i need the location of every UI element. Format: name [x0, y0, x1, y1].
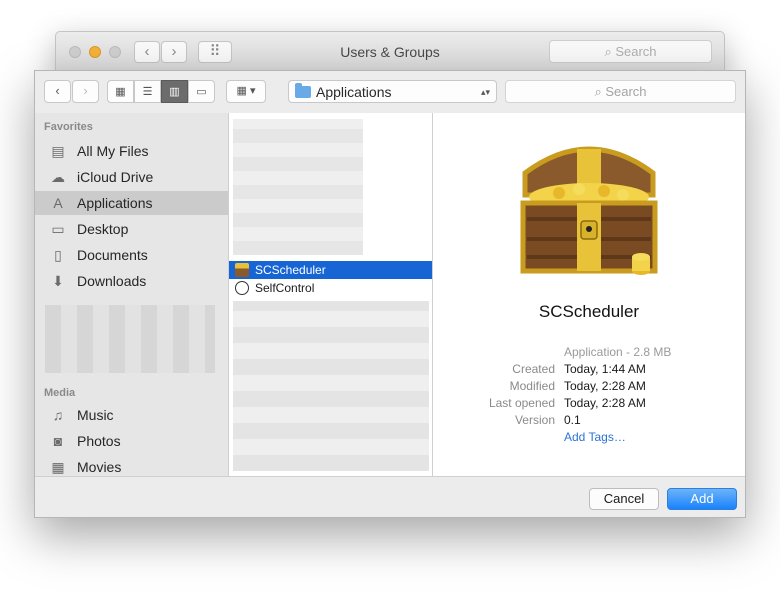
- created-key: Created: [512, 362, 555, 376]
- created-value: Today, 1:44 AM: [564, 362, 646, 376]
- sidebar-item-desktop[interactable]: ▭ Desktop: [35, 217, 228, 241]
- treasure-chest-icon: [520, 146, 658, 275]
- music-note-icon: ♫: [52, 407, 64, 423]
- sidebar-item-label: Desktop: [77, 221, 129, 237]
- version-key: Version: [514, 413, 555, 427]
- icon-view-button[interactable]: ▦: [107, 80, 134, 103]
- bg-search-field[interactable]: ⌕ Search: [549, 40, 712, 63]
- sidebar: Favorites ▤ All My Files ☁ iCloud Drive …: [35, 113, 228, 476]
- modified-key: Modified: [509, 379, 555, 393]
- sidebar-item-label: Movies: [77, 459, 122, 475]
- file-row-label: SelfControl: [255, 281, 315, 295]
- sidebar-item-label: iCloud Drive: [77, 169, 154, 185]
- sidebar-item-icloud-drive[interactable]: ☁ iCloud Drive: [35, 165, 228, 189]
- file-row-label: SCScheduler: [255, 263, 326, 277]
- file-row-selfcontrol[interactable]: SelfControl: [229, 279, 432, 297]
- sidebar-item-label: Photos: [77, 433, 121, 449]
- search-icon: ⌕: [594, 84, 606, 99]
- treasure-chest-icon: [235, 263, 249, 277]
- document-icon: ▯: [54, 246, 62, 263]
- add-tags-link[interactable]: Add Tags…: [564, 430, 626, 444]
- version-value: 0.1: [564, 413, 581, 427]
- last-opened-key: Last opened: [488, 396, 555, 410]
- applications-icon: A: [53, 195, 63, 211]
- sidebar-item-label: Downloads: [77, 273, 147, 289]
- location-label: Applications: [316, 83, 392, 100]
- sidebar-item-applications[interactable]: A Applications: [35, 191, 228, 215]
- favorites-header: Favorites: [44, 121, 93, 133]
- list-view-button[interactable]: ☰: [134, 80, 161, 103]
- film-icon: ▦: [51, 458, 65, 475]
- camera-icon: ◙: [53, 433, 63, 449]
- redacted-file-list-bottom: [233, 301, 429, 471]
- sidebar-item-movies[interactable]: ▦ Movies: [35, 455, 228, 476]
- sidebar-item-label: All My Files: [77, 143, 149, 159]
- preview-kind: Application - 2.8 MB: [564, 345, 672, 359]
- sidebar-item-label: Music: [77, 407, 114, 423]
- applications-column[interactable]: SCScheduler SelfControl: [228, 113, 433, 476]
- search-icon: ⌕: [604, 44, 616, 59]
- desktop-icon: ▭: [51, 220, 65, 237]
- sheet-footer: Cancel Add: [35, 476, 745, 517]
- preview-pane: SCScheduler Application - 2.8 MB Created…: [433, 113, 745, 476]
- sidebar-item-label: Applications: [77, 195, 153, 211]
- preview-app-name: SCScheduler: [538, 302, 640, 321]
- all-files-icon: ▤: [51, 142, 65, 159]
- redacted-sidebar-section: [45, 305, 215, 373]
- sidebar-item-downloads[interactable]: ⬇ Downloads: [35, 269, 228, 293]
- bg-search-placeholder: Search: [615, 44, 657, 59]
- media-header: Media: [44, 387, 76, 399]
- download-icon: ⬇: [52, 272, 64, 289]
- file-row-scscheduler[interactable]: SCScheduler: [229, 261, 432, 279]
- selfcontrol-app-icon: [235, 281, 249, 295]
- sidebar-item-music[interactable]: ♫ Music: [35, 403, 228, 427]
- cancel-button[interactable]: Cancel: [589, 488, 659, 510]
- search-field[interactable]: ⌕ Search: [505, 80, 736, 103]
- sidebar-item-documents[interactable]: ▯ Documents: [35, 243, 228, 267]
- sidebar-item-all-my-files[interactable]: ▤ All My Files: [35, 139, 228, 163]
- redacted-file-list-top: [233, 119, 363, 255]
- open-file-sheet: ‹ › ▦ ☰ ▥ ▭ ▦ ▾ Applications ▴▾ ⌕ Search…: [34, 70, 746, 518]
- folder-icon: [295, 82, 311, 98]
- forward-button[interactable]: ›: [72, 80, 99, 103]
- last-opened-value: Today, 2:28 AM: [564, 396, 646, 410]
- column-view-button[interactable]: ▥: [161, 80, 188, 103]
- arrange-button[interactable]: ▦ ▾: [226, 80, 266, 103]
- sidebar-item-label: Documents: [77, 247, 148, 263]
- updown-arrows-icon: ▴▾: [480, 86, 490, 97]
- cloud-icon: ☁: [51, 168, 65, 185]
- location-popup[interactable]: Applications ▴▾: [288, 80, 497, 103]
- coverflow-view-button[interactable]: ▭: [188, 80, 215, 103]
- sheet-toolbar: ‹ › ▦ ☰ ▥ ▭ ▦ ▾ Applications ▴▾ ⌕ Search: [35, 71, 745, 113]
- add-button[interactable]: Add: [667, 488, 737, 510]
- search-placeholder: Search: [605, 84, 647, 99]
- back-button[interactable]: ‹: [44, 80, 71, 103]
- modified-value: Today, 2:28 AM: [564, 379, 646, 393]
- sidebar-item-photos[interactable]: ◙ Photos: [35, 429, 228, 453]
